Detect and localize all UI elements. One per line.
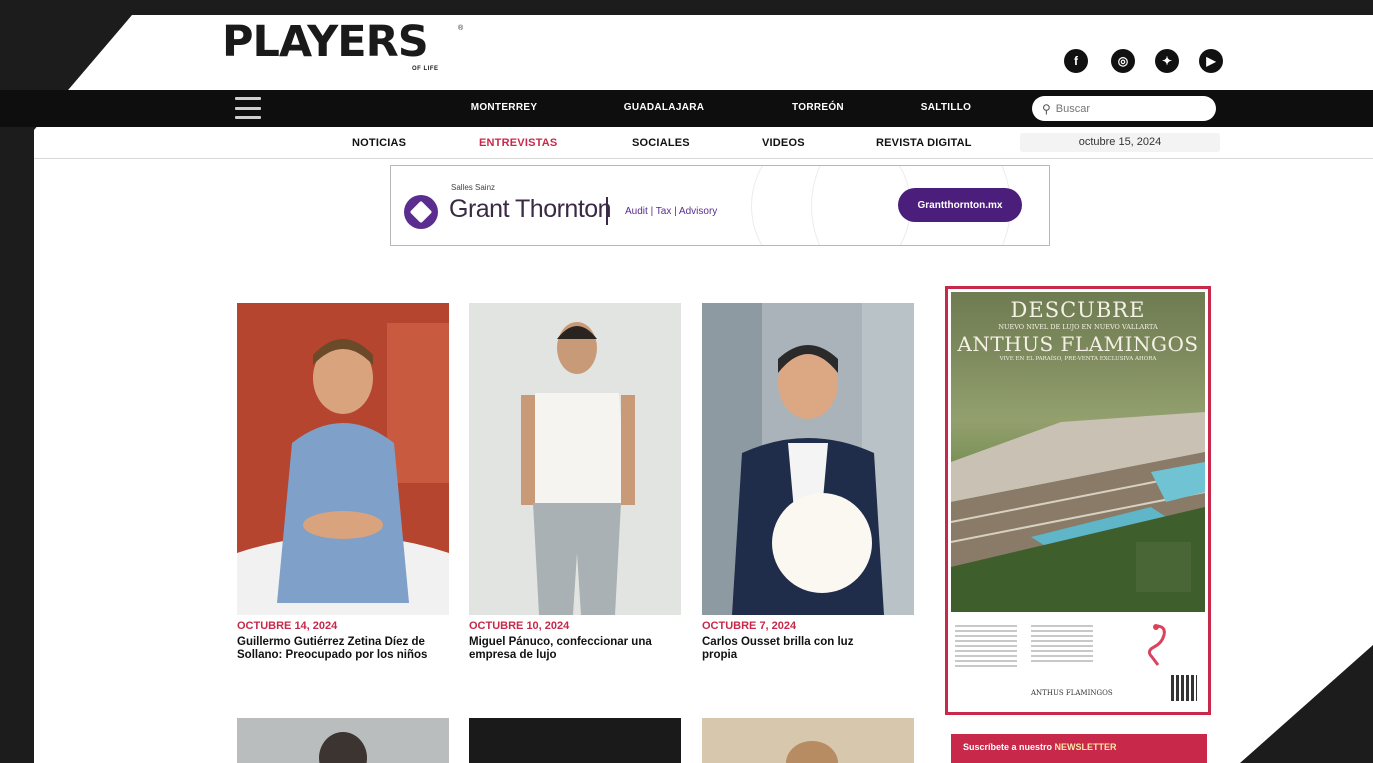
article-title[interactable]: Miguel Pánuco, confeccionar una empresa … [469, 636, 681, 662]
newsletter-highlight: NEWSLETTER [1054, 742, 1117, 752]
nav-city-saltillo[interactable]: SALTILLO [916, 102, 976, 113]
side-ad-visual: DESCUBRE NUEVO NIVEL DE LUJO EN NUEVO VA… [951, 292, 1205, 612]
search-box[interactable]: ⚲ [1032, 96, 1216, 121]
instagram-icon[interactable]: ◎ [1111, 49, 1135, 73]
subnav-divider [34, 158, 1373, 159]
facebook-icon[interactable]: f [1064, 49, 1088, 73]
article-image[interactable] [702, 718, 914, 763]
banner-tagline: Audit | Tax | Advisory [625, 206, 718, 217]
banner-divider [606, 197, 608, 225]
subnav-videos[interactable]: VIDEOS [762, 137, 805, 149]
article-title[interactable]: Carlos Ousset brilla con luz propia [702, 636, 882, 662]
subnav-sociales[interactable]: SOCIALES [632, 137, 690, 149]
article-date: OCTUBRE 7, 2024 [702, 620, 797, 632]
article-image[interactable] [237, 303, 449, 615]
subnav-noticias[interactable]: NOTICIAS [352, 137, 406, 149]
article-title[interactable]: Guillermo Gutiérrez Zetina Díez de Solla… [237, 636, 449, 662]
banner-brand: Grant Thornton [449, 195, 612, 223]
site-logo[interactable]: PLAYERS [222, 21, 429, 64]
nav-city-monterrey[interactable]: MONTERREY [466, 102, 542, 113]
current-date: octubre 15, 2024 [1020, 133, 1220, 152]
side-ad-text-col [955, 625, 1017, 670]
article-image[interactable] [702, 303, 914, 615]
article-date: OCTUBRE 10, 2024 [469, 620, 570, 632]
menu-icon[interactable] [235, 97, 261, 119]
side-ad-text-col [1031, 625, 1093, 665]
nav-city-torreon[interactable]: TORREÓN [786, 102, 850, 113]
article-image[interactable] [237, 718, 449, 763]
newsletter-button[interactable]: Suscríbete a nuestro NEWSLETTER [951, 734, 1207, 763]
search-input[interactable] [1055, 102, 1196, 115]
youtube-icon[interactable]: ▶ [1199, 49, 1223, 73]
banner-small-text: Salles Sainz [451, 183, 496, 192]
article-image[interactable] [469, 718, 681, 763]
side-ad-details: ANTHUS FLAMINGOS [951, 615, 1205, 707]
subnav-entrevistas[interactable]: ENTREVISTAS [479, 137, 557, 149]
grant-thornton-logo-icon [404, 195, 438, 229]
building-rendering [951, 412, 1205, 612]
logo-registered-mark: ® [458, 25, 464, 32]
article-image[interactable] [469, 303, 681, 615]
article-date: OCTUBRE 14, 2024 [237, 620, 338, 632]
flamingo-icon [1147, 624, 1166, 666]
search-icon: ⚲ [1042, 101, 1051, 116]
side-ad[interactable]: DESCUBRE NUEVO NIVEL DE LUJO EN NUEVO VA… [945, 286, 1211, 715]
twitter-icon[interactable]: ✦ [1155, 49, 1179, 73]
nav-city-guadalajara[interactable]: GUADALAJARA [616, 102, 712, 113]
newsletter-prefix: Suscríbete a nuestro [963, 742, 1053, 752]
qr-code-icon [1171, 675, 1197, 701]
subnav-revista-digital[interactable]: REVISTA DIGITAL [876, 137, 972, 149]
banner-cta-button[interactable]: Grantthornton.mx [898, 188, 1022, 222]
browser-viewport: PLAYERS ® OF LIFE f ◎ ✦ ▶ MONTERREY GUAD… [0, 0, 1373, 763]
side-ad-footer-brand: ANTHUS FLAMINGOS [1031, 689, 1113, 697]
logo-subtitle: OF LIFE [412, 66, 439, 72]
